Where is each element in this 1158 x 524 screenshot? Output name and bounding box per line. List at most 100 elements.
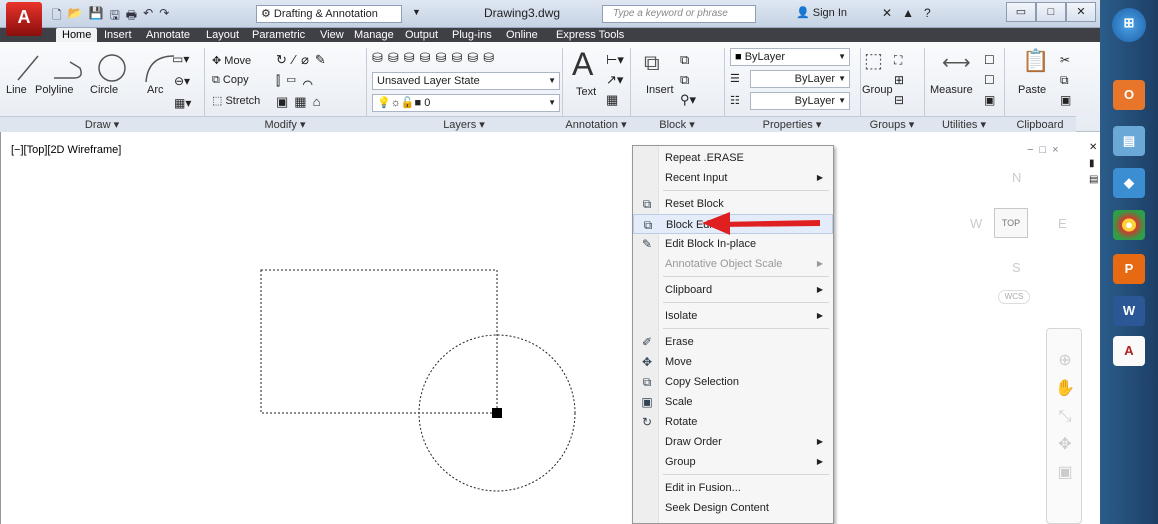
viewcube-north[interactable]: N [1012,170,1021,185]
minimize-button[interactable]: ▭ [1006,2,1036,22]
group-button[interactable]: Group [862,84,893,96]
close-button[interactable]: ✕ [1066,2,1096,22]
insert-block-icon[interactable]: ⧉ [644,50,660,76]
clipboard-tools-icons[interactable]: ✂ ⧉ ▣ [1060,50,1071,110]
new-file-icon[interactable]: 🗋 [52,6,62,27]
tab-express-tools[interactable]: Express Tools [556,28,624,42]
layer-tools-row[interactable]: ⛁⛁⛁⛁⛁⛁⛁⛁ [372,50,499,66]
tab-output[interactable]: Output [405,28,438,42]
file-explorer-icon[interactable]: ▤ [1113,126,1145,156]
arc-button[interactable]: Arc [147,84,164,96]
layer-dropdown[interactable]: 💡☼🔓■ 0 ▼ [372,94,560,112]
panel-icon[interactable]: ▮ [1089,158,1095,169]
group-tools-icons[interactable]: ⛶ ⊞ ⊟ [894,50,904,110]
viewcube[interactable]: N W E S TOP WCS [964,160,1067,304]
search-input[interactable]: Type a keyword or phrase [602,5,756,23]
line-button[interactable]: Line [6,84,27,96]
start-button-icon[interactable]: ⊞ [1112,8,1146,42]
leader-icon[interactable]: ↗▾ [606,72,623,88]
redo-icon[interactable]: ↷ [159,6,169,27]
text-icon[interactable]: A [572,46,593,83]
menu-item-clipboard[interactable]: Clipboard ▶ [633,280,833,300]
wcs-menu[interactable]: WCS [998,290,1030,304]
menu-item-move[interactable]: ✥ Move [633,352,833,372]
save-as-icon[interactable]: 🖫 [110,6,120,27]
menu-item-group[interactable]: Group ▶ [633,452,833,472]
annotation-panel-title[interactable]: Annotation ▾ [562,116,630,132]
pdf-icon[interactable]: P [1113,254,1145,284]
zoom-icon[interactable]: ⤡ [1055,403,1075,431]
save-icon[interactable]: 💾 [89,6,104,27]
menu-item-edit-in-fusion[interactable]: Edit in Fusion... [633,478,833,498]
block-rectangle[interactable] [260,269,498,414]
open-file-icon[interactable]: 📂 [68,6,83,27]
measure-icon[interactable]: ⟷ [942,50,971,75]
hatch-icon[interactable]: ▦▾ [174,96,191,110]
utilities-panel-title[interactable]: Utilities ▾ [924,116,1004,132]
workspace-switcher[interactable]: ⚙ Drafting & Annotation [256,5,402,23]
orbit-icon[interactable]: ✥ [1055,431,1075,459]
properties-icon[interactable]: ▤ [1089,174,1098,185]
create-block-icon[interactable]: ⧉ [680,52,689,68]
paste-button[interactable]: Paste [1018,84,1046,96]
circle-button[interactable]: Circle [90,84,118,96]
tab-manage[interactable]: Manage [354,28,394,42]
menu-item-rotate[interactable]: ↻ Rotate [633,412,833,432]
viewcube-east[interactable]: E [1058,216,1067,231]
chevron-down-icon[interactable]: ▼ [412,7,421,17]
menu-item-copy-selection[interactable]: ⧉ Copy Selection [633,372,833,392]
showmotion-icon[interactable]: ▣ [1055,459,1075,487]
move-button[interactable]: ✥ Move [212,54,251,67]
word-icon[interactable]: W [1113,296,1145,326]
close-icon[interactable]: ✕ [1089,142,1097,153]
dimension-icon[interactable]: ⊢▾ [606,52,624,68]
modify-tools-row3[interactable]: ▣▦⌂ [276,94,326,110]
modify-tools-row2[interactable]: ⫿▭⌒ [276,73,319,89]
groups-panel-title[interactable]: Groups ▾ [860,116,924,132]
menu-item-recent-input[interactable]: Recent Input ▶ [633,168,833,188]
viewcube-west[interactable]: W [970,216,982,231]
tab-insert[interactable]: Insert [104,28,132,42]
stretch-button[interactable]: ⬚ Stretch [212,94,260,107]
paste-icon[interactable]: 📋 [1022,48,1049,74]
chrome-icon[interactable]: ● [1113,210,1145,240]
ellipse-icon[interactable]: ⊖▾ [174,74,190,88]
menu-item-scale[interactable]: ▣ Scale [633,392,833,412]
drawing-canvas[interactable]: [−][Top][2D Wireframe] − □ × [0,132,1100,524]
properties-panel-title[interactable]: Properties ▾ [724,116,860,132]
tab-plugins[interactable]: Plug-ins [452,28,492,42]
tab-layout[interactable]: Layout [206,28,239,42]
steering-wheel-icon[interactable]: ⊕ [1055,347,1075,375]
copy-button[interactable]: ⧉ Copy [212,74,249,87]
tab-home[interactable]: Home [56,28,98,42]
clipboard-panel-title[interactable]: Clipboard [1004,116,1076,132]
table-icon[interactable]: ▦ [606,92,618,108]
viewcube-south[interactable]: S [1012,260,1021,275]
help-icon[interactable]: ? [924,6,931,20]
menu-item-draw-order[interactable]: Draw Order ▶ [633,432,833,452]
undo-icon[interactable]: ↶ [143,6,153,27]
menu-item-erase[interactable]: ✐ Erase [633,332,833,352]
tab-annotate[interactable]: Annotate [146,28,190,42]
group-icon[interactable]: ⬚ [864,48,883,73]
tab-online[interactable]: Online [506,28,538,42]
draw-panel-title[interactable]: Draw ▾ [0,116,204,132]
polyline-button[interactable]: Polyline [35,84,74,96]
sign-in-button[interactable]: 👤 Sign In [796,6,847,19]
menu-item-seek-design-content[interactable]: Seek Design Content [633,498,833,518]
selection-grip[interactable] [492,408,502,418]
plot-icon[interactable]: 🖶 [126,6,137,27]
viewport-close-icon[interactable]: × [1052,144,1058,156]
pan-icon[interactable]: ✋ [1055,375,1075,403]
edit-block-icon[interactable]: ⧉ [680,72,689,88]
viewport-maximize-icon[interactable]: □ [1039,144,1046,156]
exchange-icon[interactable]: ✕ [882,6,892,20]
autocad-icon[interactable]: A [1113,336,1145,366]
app-icon[interactable]: ◆ [1113,168,1145,198]
lineweight-dropdown[interactable]: ByLayer ▼ [750,92,850,110]
layer-state-dropdown[interactable]: Unsaved Layer State ▼ [372,72,560,90]
rectangle-icon[interactable]: ▭▾ [172,52,189,66]
menu-item-repeat-erase[interactable]: Repeat .ERASE [633,148,833,168]
modify-tools-row1[interactable]: ↻⁄⌀✎ [276,52,332,68]
text-button[interactable]: Text [576,86,596,98]
